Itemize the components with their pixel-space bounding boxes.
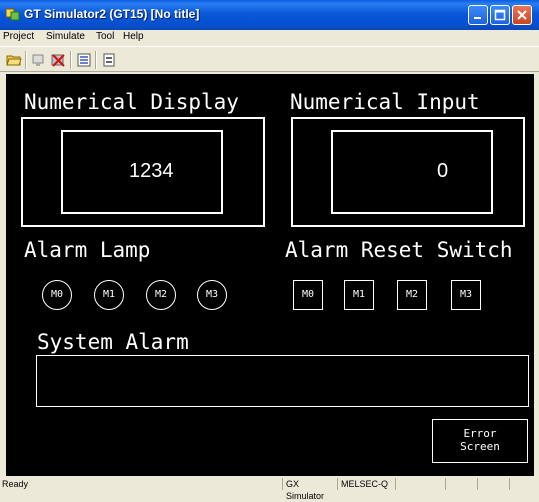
error-screen-line2: Screen <box>460 440 500 453</box>
status-text: Ready <box>2 479 29 489</box>
status-bar: Ready GX Simulator MELSEC-Q <box>0 478 539 501</box>
close-button[interactable] <box>512 5 532 25</box>
alarm-reset-switch-label: Alarm Reset Switch <box>285 238 513 262</box>
alarm-lamp-m3: M3 <box>197 280 227 310</box>
status-cell-empty-3 <box>477 478 509 490</box>
open-folder-icon[interactable] <box>6 52 22 68</box>
toolbar-separator <box>70 51 72 69</box>
alarm-lamp-m1: M1 <box>94 280 124 310</box>
numerical-input-label: Numerical Input <box>290 90 480 114</box>
reset-switch-m3[interactable]: M3 <box>451 280 481 310</box>
app-icon <box>5 7 20 21</box>
error-screen-line1: Error <box>463 427 497 440</box>
monitor-icon[interactable] <box>31 52 47 68</box>
status-cell-empty-1 <box>395 478 445 490</box>
device-stop-icon[interactable] <box>50 52 66 68</box>
toolbar-separator <box>25 51 27 69</box>
numerical-input-value: 0 <box>437 160 449 182</box>
list-icon[interactable] <box>76 52 92 68</box>
window-title: GT Simulator2 (GT15) [No title] <box>24 7 200 21</box>
maximize-button[interactable] <box>490 5 510 25</box>
toolbar-separator <box>95 51 97 69</box>
resize-grip-icon[interactable] <box>509 478 539 490</box>
numerical-input-frame[interactable]: 0 <box>291 117 525 227</box>
system-alarm-label: System Alarm <box>37 330 189 354</box>
status-simulator: GX Simulator <box>282 478 337 501</box>
numerical-display-label: Numerical Display <box>24 90 239 114</box>
menu-project[interactable]: Project <box>3 31 34 42</box>
numerical-display-frame: 1234 <box>21 117 265 227</box>
alarm-lamp-m0: M0 <box>42 280 72 310</box>
numerical-display-value: 1234 <box>129 160 174 182</box>
menu-help[interactable]: Help <box>123 31 144 42</box>
alarm-lamp-label: Alarm Lamp <box>24 238 151 262</box>
system-alarm-box <box>36 355 529 407</box>
status-plc: MELSEC-Q <box>337 478 395 490</box>
menu-bar: Project Simulate Tool Help <box>0 30 539 46</box>
maximize-icon <box>494 9 506 21</box>
reset-switch-m0[interactable]: M0 <box>293 280 323 310</box>
error-screen-button[interactable]: Error Screen <box>432 419 528 463</box>
reset-switch-m2[interactable]: M2 <box>397 280 427 310</box>
toolbar <box>0 46 539 72</box>
minimize-icon <box>474 17 481 19</box>
status-cell-empty-2 <box>445 478 477 490</box>
properties-icon[interactable] <box>101 52 117 68</box>
reset-switch-m1[interactable]: M1 <box>344 280 374 310</box>
simulator-window: GT Simulator2 (GT15) [No title] Project … <box>0 0 539 501</box>
title-bar[interactable]: GT Simulator2 (GT15) [No title] <box>0 0 539 30</box>
close-icon <box>517 10 527 20</box>
minimize-button[interactable] <box>468 5 488 25</box>
alarm-lamp-m2: M2 <box>146 280 176 310</box>
numerical-display-inner: 1234 <box>61 130 223 214</box>
menu-simulate[interactable]: Simulate <box>46 31 85 42</box>
gt-screen: Numerical Display Numerical Input 1234 0… <box>6 74 534 476</box>
menu-tool[interactable]: Tool <box>96 31 114 42</box>
numerical-input-field[interactable]: 0 <box>331 130 493 214</box>
